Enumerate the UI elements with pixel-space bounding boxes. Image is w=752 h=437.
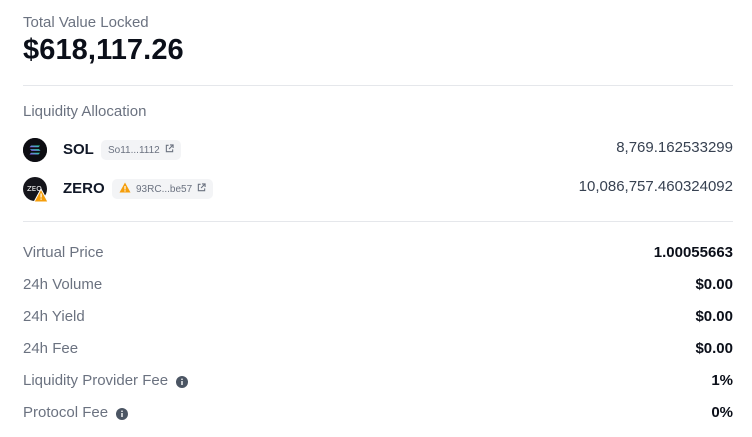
stat-label-text: 24h Fee xyxy=(23,340,79,357)
token-address-link[interactable]: So11...1112 xyxy=(101,140,181,160)
token-address-link[interactable]: 93RC...be57 xyxy=(112,179,214,199)
token-amount: 8,769.162533299 xyxy=(616,139,733,156)
stat-value: $0.00 xyxy=(695,340,733,357)
token-amount: 10,086,757.460324092 xyxy=(578,178,733,195)
stat-label-text: Liquidity Provider Fee xyxy=(23,372,169,389)
stat-row-24h-fee: 24h Fee $0.00 xyxy=(23,340,733,360)
liquidity-allocation-label: Liquidity Allocation xyxy=(23,103,147,120)
solana-logo-icon xyxy=(23,138,47,162)
stat-label: 24h Volume xyxy=(23,276,102,293)
stat-label: 24h Yield xyxy=(23,308,85,325)
warning-icon xyxy=(119,182,131,196)
tvl-value: $618,117.26 xyxy=(23,34,184,66)
stat-value: $0.00 xyxy=(695,308,733,325)
info-icon[interactable] xyxy=(176,375,189,388)
stat-row-lp-fee: Liquidity Provider Fee 1% xyxy=(23,372,733,392)
token-symbol: ZERO xyxy=(63,180,105,197)
stat-label-text: 24h Yield xyxy=(23,308,85,325)
stat-row-24h-yield: 24h Yield $0.00 xyxy=(23,308,733,328)
token-row-zero: ZEO ZERO 93RC...be57 10,086,757.46032409… xyxy=(23,176,733,203)
stat-label: Liquidity Provider Fee xyxy=(23,372,189,389)
stat-value: 1.00055663 xyxy=(653,244,733,261)
divider xyxy=(23,221,733,222)
token-address: 93RC...be57 xyxy=(136,183,193,195)
stat-label: Protocol Fee xyxy=(23,404,129,421)
stat-value: 0% xyxy=(711,404,733,421)
stat-row-protocol-fee: Protocol Fee 0% xyxy=(23,404,733,424)
stat-label: 24h Fee xyxy=(23,340,78,357)
stat-label-text: 24h Volume xyxy=(23,276,103,293)
divider xyxy=(23,85,733,86)
token-row-sol: SOL So11...1112 8,769.162533299 xyxy=(23,137,733,163)
stat-row-virtual-price: Virtual Price 1.00055663 xyxy=(23,244,733,264)
stat-value: 1% xyxy=(711,372,733,389)
info-icon[interactable] xyxy=(116,407,129,420)
pool-info-panel: Total Value Locked $618,117.26 Liquidity… xyxy=(23,0,733,437)
zero-token-logo-icon: ZEO xyxy=(23,177,49,203)
external-link-icon xyxy=(197,183,206,195)
token-address: So11...1112 xyxy=(108,144,160,156)
stat-row-24h-volume: 24h Volume $0.00 xyxy=(23,276,733,296)
stat-label-text: Protocol Fee xyxy=(23,404,109,421)
token-symbol: SOL xyxy=(63,141,94,158)
stat-value: $0.00 xyxy=(695,276,733,293)
stat-label-text: Virtual Price xyxy=(23,244,104,261)
tvl-label: Total Value Locked xyxy=(23,14,149,31)
stat-label: Virtual Price xyxy=(23,244,104,261)
external-link-icon xyxy=(165,144,174,156)
